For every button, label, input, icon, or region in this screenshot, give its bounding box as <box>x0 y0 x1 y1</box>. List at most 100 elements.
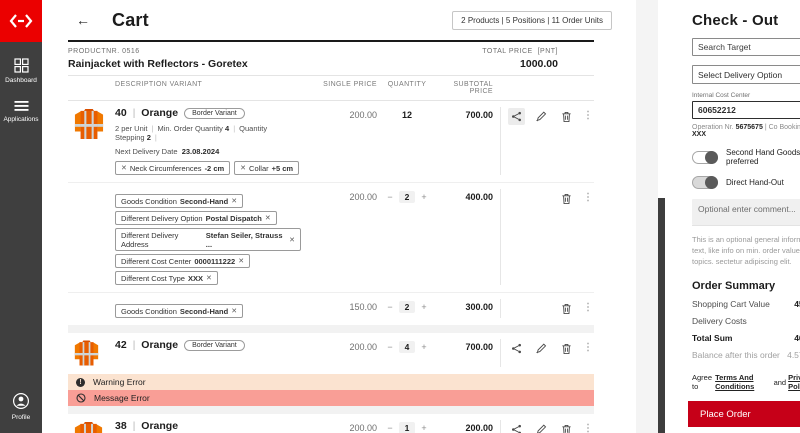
split-position-button[interactable] <box>508 340 525 357</box>
quantity-decrease-button[interactable]: − <box>387 191 392 202</box>
cost-center-field[interactable]: ✕ <box>692 101 800 119</box>
quantity-increase-button[interactable]: + <box>421 191 426 202</box>
place-order-button[interactable]: Place Order <box>688 401 800 427</box>
quantity-value[interactable]: 1 <box>399 422 416 433</box>
direct-handout-toggle[interactable] <box>692 176 718 189</box>
table-row: 42 | Orange Border Variant 200.00 − 4 + <box>68 333 594 374</box>
summary-row: Shopping Cart Value 455,00PN <box>692 299 800 309</box>
cost-center-input[interactable] <box>698 105 800 115</box>
main-scrollbar[interactable] <box>658 198 665 433</box>
direct-handout-toggle-row: Direct Hand-Out <box>692 176 800 189</box>
quantity-value[interactable]: 2 <box>399 301 416 313</box>
edit-button[interactable] <box>533 421 550 433</box>
terms-link[interactable]: Terms And Conditions <box>715 373 771 391</box>
variant-size: 40 <box>115 107 127 119</box>
quantity-increase-button[interactable]: + <box>421 301 426 312</box>
trash-icon <box>561 303 572 315</box>
second-hand-toggle[interactable] <box>692 151 718 164</box>
product-name: Rainjacket with Reflectors - Goretex <box>68 58 248 70</box>
search-target-field[interactable] <box>692 38 800 56</box>
tag-pill[interactable]: Different Delivery OptionPostal Dispatch… <box>115 211 277 225</box>
variant-color: Orange <box>141 107 178 119</box>
tag-pill[interactable]: Goods ConditionSecond-Hand✕ <box>115 194 243 208</box>
variant-color: Orange <box>141 420 178 432</box>
more-options-button[interactable]: ⋮ <box>583 340 593 353</box>
comment-input[interactable] <box>698 204 800 220</box>
content-gutter <box>636 0 658 433</box>
cost-center-label: Internal Cost Center <box>692 92 800 99</box>
quantity-increase-button[interactable]: + <box>421 422 426 433</box>
share-split-icon <box>511 343 522 354</box>
back-button[interactable]: ← <box>76 12 90 28</box>
more-options-button[interactable]: ⋮ <box>583 421 593 433</box>
remove-tag-icon[interactable]: ✕ <box>231 307 237 315</box>
total-price-value: 1000.00 <box>520 58 558 70</box>
delivery-option-select[interactable]: Select Delivery Option ∨ <box>692 65 800 83</box>
privacy-link[interactable]: Privacy Policy <box>788 373 800 391</box>
tag-pill[interactable]: ✕Neck Circumferences-2 cm <box>115 161 230 175</box>
quantity-decrease-button[interactable]: − <box>387 341 392 352</box>
border-variant-badge: Border Variant <box>184 108 245 119</box>
error-banner: Message Error <box>68 390 594 406</box>
search-input[interactable] <box>698 42 800 52</box>
more-options-button[interactable]: ⋮ <box>583 300 593 313</box>
edit-button[interactable] <box>533 340 550 357</box>
delete-button[interactable] <box>558 108 575 125</box>
sidebar-item-dashboard[interactable]: Dashboard <box>5 58 37 84</box>
trash-icon <box>561 424 572 433</box>
toggle-label: Direct Hand-Out <box>726 178 784 187</box>
tag-pill[interactable]: Goods ConditionSecond-Hand✕ <box>115 304 243 318</box>
more-options-button[interactable]: ⋮ <box>583 108 593 121</box>
jacket-thumbnail <box>74 420 103 433</box>
total-price-label: TOTAL PRICE [PNT] <box>482 48 558 55</box>
remove-tag-icon[interactable]: ✕ <box>238 257 244 265</box>
split-position-button[interactable] <box>508 108 525 125</box>
cart-header: ← Cart 2 Products | 5 Positions | 11 Ord… <box>42 0 616 40</box>
profile-icon <box>12 392 30 410</box>
remove-tag-icon[interactable]: ✕ <box>289 236 295 244</box>
quantity-increase-button[interactable]: + <box>421 341 426 352</box>
delete-button[interactable] <box>558 190 575 207</box>
table-row: 40 | Orange Border Variant 2 per Unit|Mi… <box>68 101 594 183</box>
tag-pill[interactable]: ✕Collar+5 cm <box>234 161 299 175</box>
remove-tag-icon[interactable]: ✕ <box>206 274 212 282</box>
sidebar: Dashboard Applications Profile <box>0 0 42 433</box>
sidebar-item-profile[interactable]: Profile <box>12 392 30 421</box>
quantity-decrease-button[interactable]: − <box>387 301 392 312</box>
delete-button[interactable] <box>558 340 575 357</box>
split-position-button[interactable] <box>508 421 525 433</box>
quantity-value: 12 <box>402 109 412 120</box>
subtotal-price: 300.00 <box>437 299 500 318</box>
delete-button[interactable] <box>558 300 575 317</box>
col-description: DESCRIPTION VARIANT <box>115 81 307 95</box>
dashboard-grid-icon <box>14 58 29 73</box>
variant-size: 38 <box>115 420 127 432</box>
delete-button[interactable] <box>558 421 575 433</box>
tag-pill[interactable]: Different Cost Center0000111222✕ <box>115 254 250 268</box>
more-options-button[interactable]: ⋮ <box>583 190 593 203</box>
table-row: 38 | Orange New Goods✕Neck Circumference… <box>68 414 594 433</box>
quantity-value[interactable]: 4 <box>399 341 416 353</box>
border-variant-badge: Border Variant <box>184 340 245 351</box>
tag-list: Goods ConditionSecond-Hand✕ Different Del… <box>115 194 301 285</box>
checkout-bottom-section: This is an optional general information … <box>692 225 800 427</box>
sidebar-item-applications[interactable]: Applications <box>3 100 38 123</box>
remove-tag-icon[interactable]: ✕ <box>121 164 127 172</box>
sbb-logo[interactable] <box>0 0 42 42</box>
edit-button[interactable] <box>533 108 550 125</box>
tag-pill[interactable]: Different Cost TypeXXX✕ <box>115 271 218 285</box>
toggle-knob <box>705 151 718 164</box>
tag-pill[interactable]: Different Delivery AddressStefan Seiler,… <box>115 228 301 251</box>
quantity-value[interactable]: 2 <box>399 191 416 203</box>
cart-main: ← Cart 2 Products | 5 Positions | 11 Ord… <box>42 0 616 433</box>
product-group-42: 42 | Orange Border Variant 200.00 − 4 + <box>68 333 594 406</box>
quantity-decrease-button[interactable]: − <box>387 422 392 433</box>
table-column-headers: DESCRIPTION VARIANT SINGLE PRICE QUANTIT… <box>68 75 594 101</box>
jacket-thumbnail <box>74 107 104 141</box>
remove-tag-icon[interactable]: ✕ <box>240 164 246 172</box>
trash-icon <box>561 193 572 205</box>
comment-box[interactable] <box>692 199 800 225</box>
next-delivery-date: Next Delivery Date 23.08.2024 <box>115 147 301 156</box>
remove-tag-icon[interactable]: ✕ <box>231 197 237 205</box>
remove-tag-icon[interactable]: ✕ <box>265 214 271 222</box>
